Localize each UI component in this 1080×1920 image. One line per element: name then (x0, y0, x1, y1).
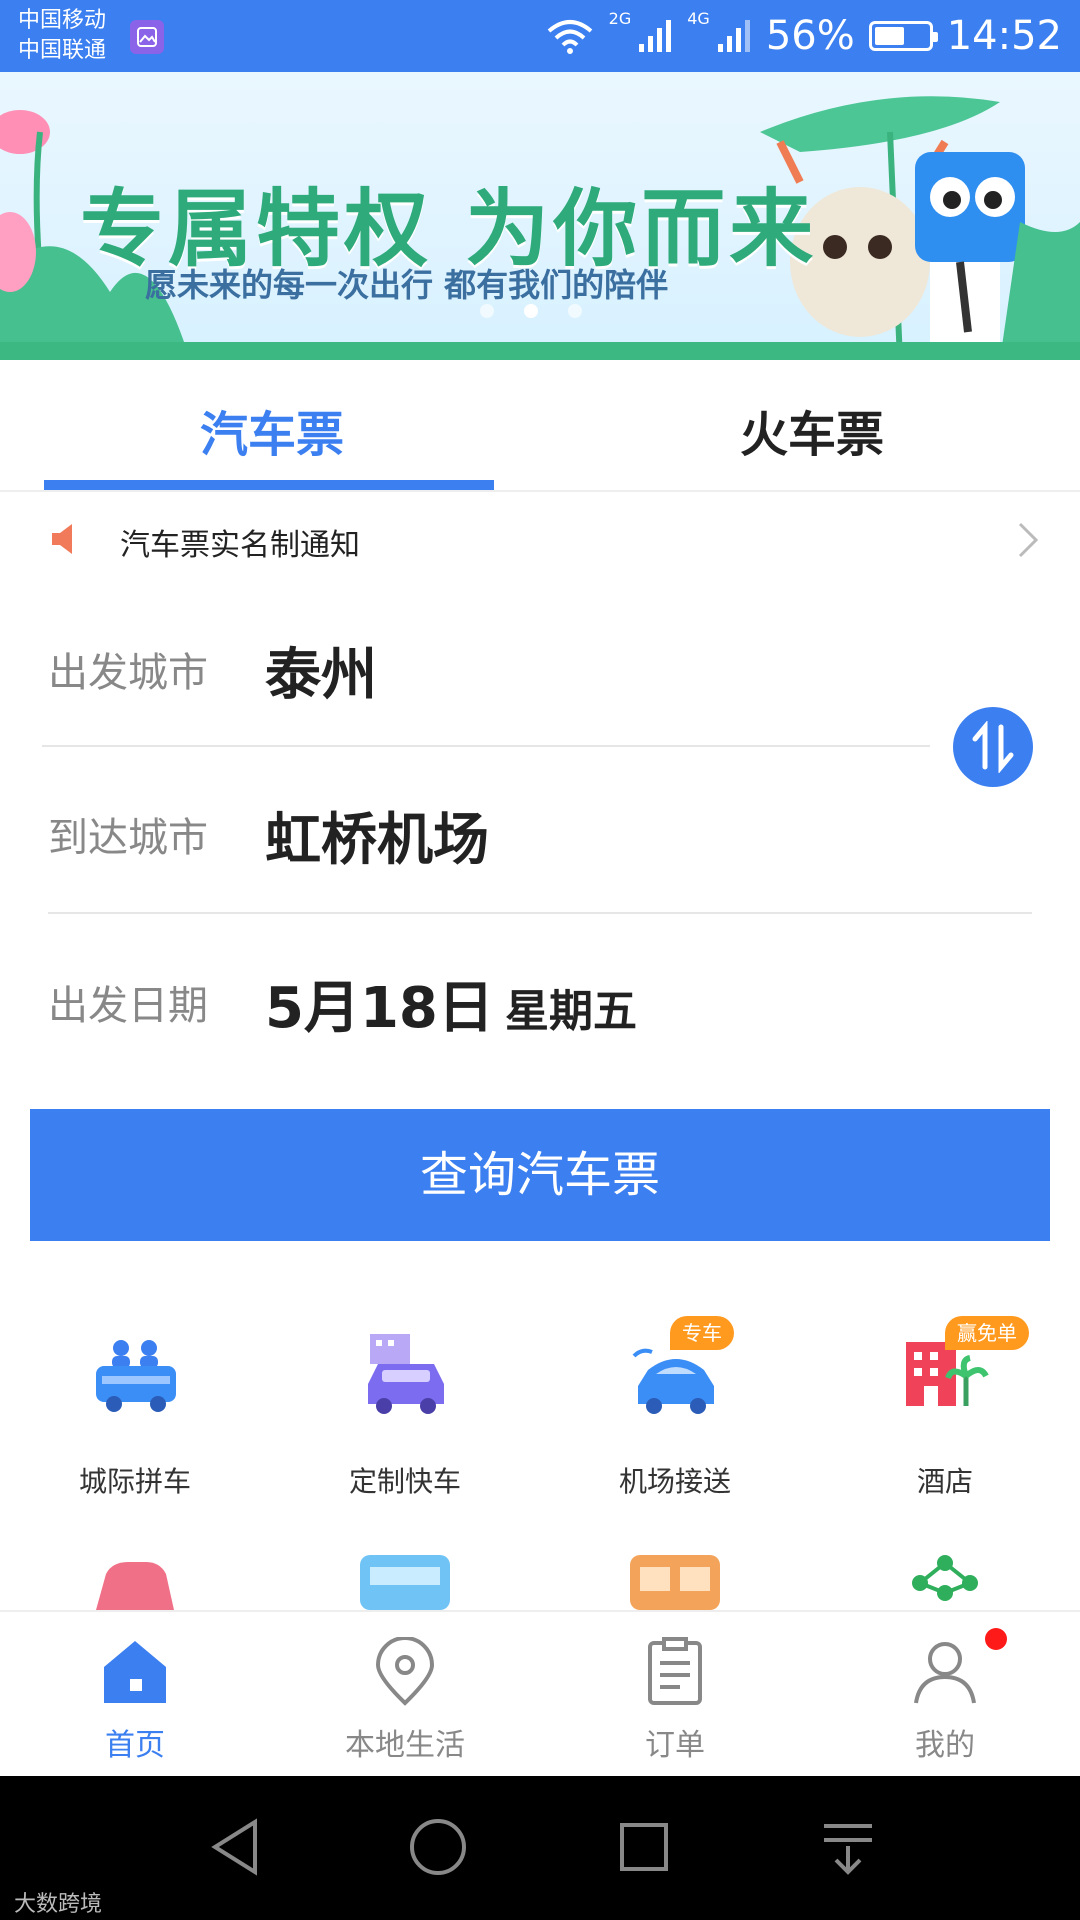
departure-date[interactable]: 5月18日 (265, 963, 494, 1044)
carrier-info: 中国移动 中国联通 (18, 6, 106, 66)
signal-4g-icon (717, 20, 750, 52)
carpool-icon (96, 1340, 176, 1412)
service-carpool[interactable]: 城际拼车 (0, 1330, 270, 1500)
ticket-type-tabs: 汽车票 火车票 (0, 360, 1080, 492)
nav-profile[interactable]: 我的 (810, 1612, 1080, 1778)
service-badge: 专车 (670, 1316, 734, 1350)
nav-label: 订单 (645, 1728, 705, 1763)
recent-apps-icon[interactable] (614, 1816, 674, 1878)
divider (42, 745, 930, 747)
battery-icon (868, 21, 938, 51)
nav-label: 我的 (915, 1728, 975, 1763)
date-label: 出发日期 (48, 983, 208, 1029)
service-express[interactable]: 定制快车 (270, 1330, 540, 1500)
notification-pull-icon[interactable] (818, 1816, 878, 1878)
service-airport[interactable]: 专车 机场接送 (540, 1316, 810, 1500)
system-nav-bar (0, 1776, 1080, 1920)
nav-orders[interactable]: 订单 (540, 1612, 810, 1778)
banner-dot[interactable] (480, 304, 494, 318)
wifi-icon (547, 20, 592, 54)
arrival-city[interactable]: 虹桥机场 (265, 795, 489, 876)
speaker-icon (52, 524, 72, 554)
status-bar: 中国移动 中国联通 2G 4G 56% 14:52 (0, 0, 1080, 72)
location-pin-icon (375, 1637, 435, 1706)
car-icon[interactable] (88, 1560, 182, 1610)
coach-icon[interactable] (630, 1555, 720, 1610)
bus-icon[interactable] (360, 1555, 450, 1610)
banner-subtitle: 愿未来的每一次出行 都有我们的陪伴 (145, 266, 669, 304)
carrier-2: 中国联通 (18, 38, 107, 63)
chevron-right-icon (1018, 522, 1039, 558)
service-label: 酒店 (916, 1465, 973, 1498)
tab-train-ticket[interactable]: 火车票 (740, 395, 884, 465)
service-label: 机场接送 (618, 1465, 731, 1498)
bottom-nav: 首页 本地生活 订单 我的 (0, 1610, 1080, 1776)
battery-level (874, 27, 904, 45)
network-2g-label: 2G (608, 8, 632, 28)
profile-icon (914, 1642, 976, 1704)
swap-cities-button[interactable] (953, 707, 1033, 787)
nav-label: 本地生活 (345, 1728, 465, 1763)
notice-text: 汽车票实名制通知 (120, 528, 360, 563)
attraction-icon[interactable] (900, 1553, 990, 1610)
service-label: 城际拼车 (78, 1465, 191, 1498)
gallery-notification-icon (130, 20, 164, 54)
tab-bus-ticket[interactable]: 汽车票 (200, 395, 344, 465)
carrier-1: 中国移动 (18, 8, 107, 33)
search-bus-ticket-button[interactable]: 查询汽车票 (30, 1109, 1050, 1241)
back-icon[interactable] (205, 1816, 265, 1878)
status-indicators: 2G 4G 56% 14:52 (545, 8, 1062, 64)
departure-label: 出发城市 (48, 650, 208, 696)
watermark: 大数跨境 (14, 1892, 103, 1917)
service-label: 定制快车 (348, 1465, 461, 1498)
express-car-icon (368, 1334, 444, 1414)
service-badge: 赢免单 (945, 1316, 1029, 1350)
service-hotel[interactable]: 赢免单 酒店 (810, 1316, 1080, 1500)
swap-icon (972, 721, 1014, 773)
divider (48, 912, 1032, 914)
network-4g-label: 4G (687, 8, 710, 28)
active-tab-indicator (44, 480, 494, 490)
banner-dot[interactable] (568, 304, 582, 318)
order-icon (648, 1637, 702, 1705)
nav-local-life[interactable]: 本地生活 (270, 1612, 540, 1778)
promo-banner[interactable]: 专属特权 为你而来 愿未来的每一次出行 都有我们的陪伴 (0, 72, 1080, 360)
banner-dot-active[interactable] (524, 304, 538, 318)
departure-city[interactable]: 泰州 (265, 630, 377, 711)
nav-label: 首页 (105, 1728, 165, 1763)
signal-2g-icon (639, 20, 672, 52)
departure-weekday: 星期五 (505, 986, 637, 1037)
battery-percent: 56% (765, 13, 855, 59)
clock: 14:52 (946, 13, 1062, 59)
home-icon (104, 1641, 166, 1703)
arrival-label: 到达城市 (48, 815, 208, 861)
banner-pagination (480, 304, 582, 318)
nav-home[interactable]: 首页 (0, 1612, 270, 1778)
home-circle-icon[interactable] (408, 1816, 468, 1878)
notice-bar[interactable]: 汽车票实名制通知 (0, 500, 1080, 580)
notification-dot (985, 1628, 1007, 1650)
